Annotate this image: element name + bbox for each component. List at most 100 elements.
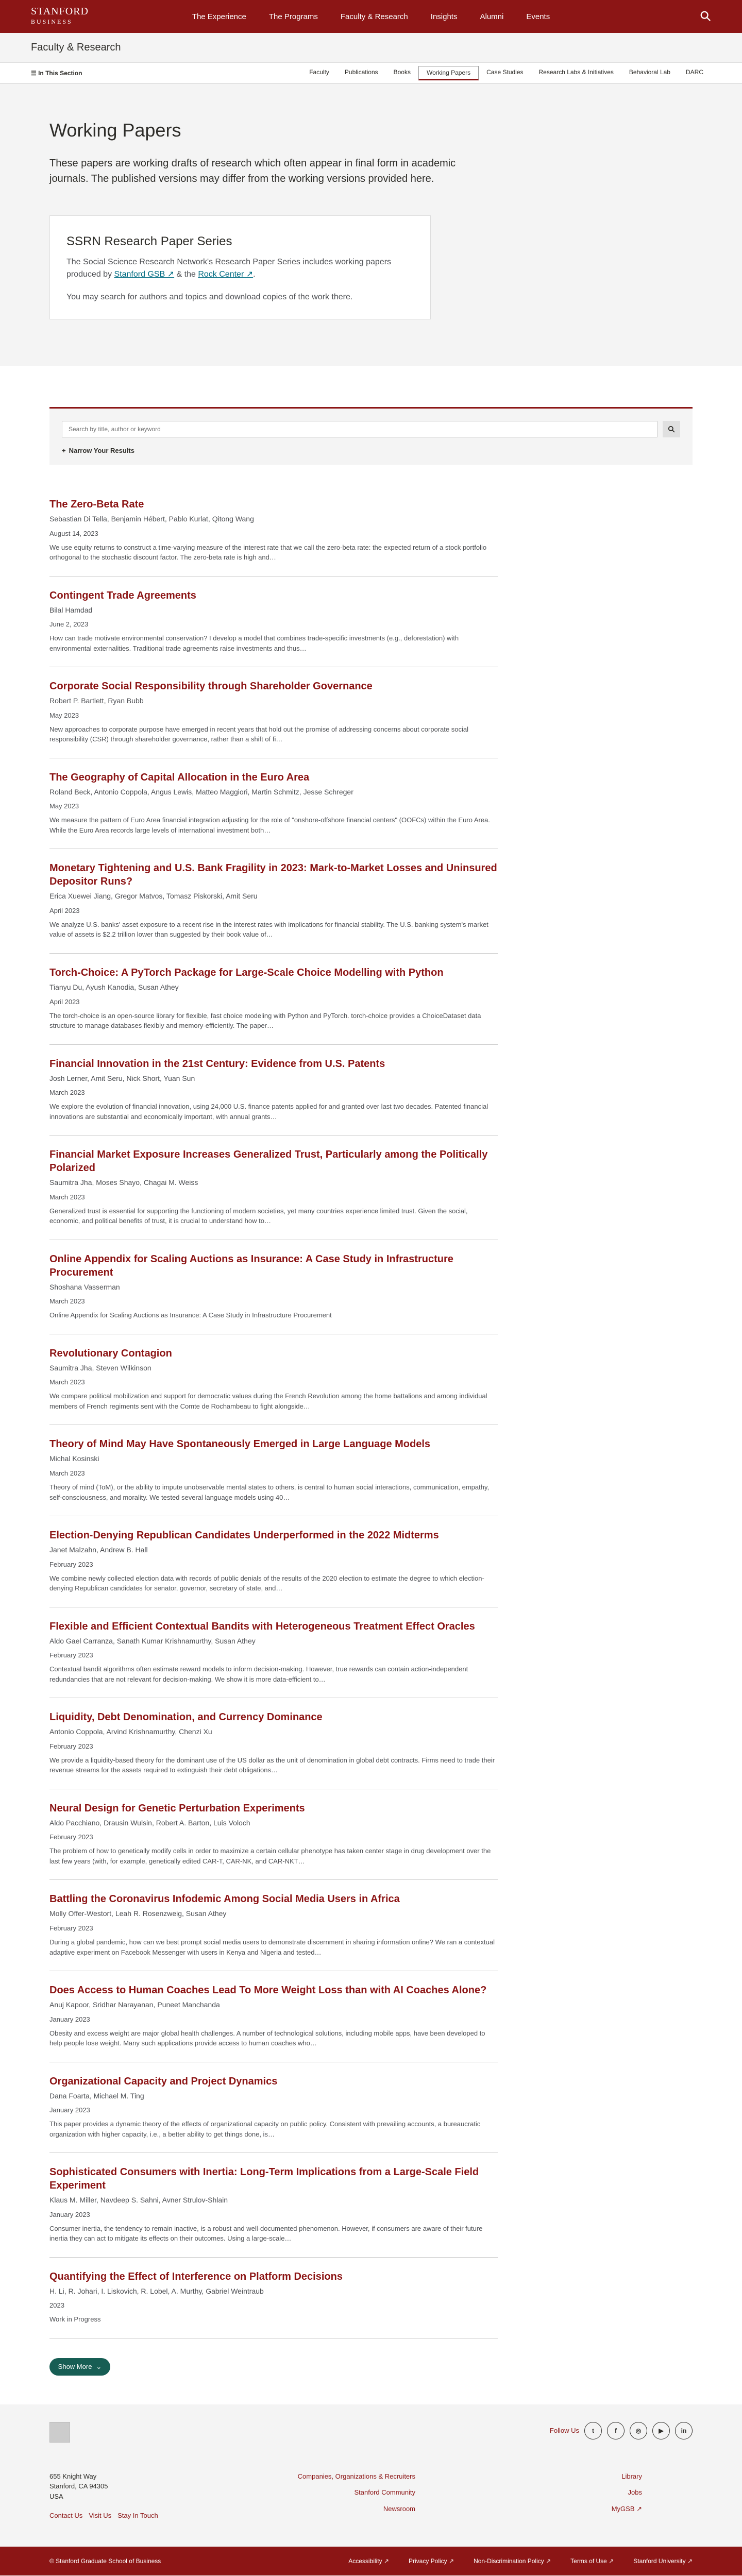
contact-us-link[interactable]: Contact Us: [49, 2511, 82, 2521]
paper-abstract: Consumer inertia, the tendency to remain…: [49, 2224, 483, 2243]
paper-title-link[interactable]: Torch-Choice: A PyTorch Package for Larg…: [49, 966, 498, 979]
paper-date: May 2023: [49, 802, 79, 810]
paper-title-link[interactable]: Does Access to Human Coaches Lead To Mor…: [49, 1984, 498, 1997]
subnav-working-papers[interactable]: Working Papers: [418, 65, 479, 80]
paper-authors: Shoshana Vasserman: [49, 1282, 120, 1291]
paper-item: Election-Denying Republican Candidates U…: [49, 1516, 498, 1607]
paper-title-link[interactable]: Neural Design for Genetic Perturbation E…: [49, 1802, 498, 1815]
footer-logo[interactable]: [49, 2421, 70, 2443]
terms-of-use-link[interactable]: Terms of Use ↗: [570, 2557, 614, 2565]
paper-title-link[interactable]: Flexible and Efficient Contextual Bandit…: [49, 1620, 498, 1633]
paper-title-link[interactable]: Contingent Trade Agreements: [49, 589, 498, 602]
paper-authors: Josh Lerner, Amit Seru, Nick Short, Yuan…: [49, 1074, 195, 1082]
paper-authors: Saumitra Jha, Steven Wilkinson: [49, 1363, 151, 1372]
nav-programs[interactable]: The Programs: [269, 12, 318, 21]
twitter-icon[interactable]: t: [584, 2421, 602, 2439]
nav-faculty-research[interactable]: Faculty & Research: [341, 12, 408, 21]
section-header: Faculty & Research: [0, 33, 742, 63]
paper-authors: Aldo Gael Carranza, Sanath Kumar Krishna…: [49, 1636, 256, 1645]
page-title: Working Papers: [49, 120, 181, 141]
paper-title-link[interactable]: Liquidity, Debt Denomination, and Curren…: [49, 1710, 498, 1724]
non-discrimination-link[interactable]: Non-Discrimination Policy ↗: [474, 2557, 551, 2565]
accessibility-link[interactable]: Accessibility ↗: [348, 2557, 389, 2565]
visit-us-link[interactable]: Visit Us: [89, 2511, 111, 2521]
paper-item: Monetary Tightening and U.S. Bank Fragil…: [49, 849, 498, 954]
footer-link-companies[interactable]: Companies, Organizations & Recruiters: [220, 2471, 415, 2482]
paper-abstract: We analyze U.S. banks' asset exposure to…: [49, 920, 488, 939]
nav-alumni[interactable]: Alumni: [480, 12, 503, 21]
paper-title-link[interactable]: Revolutionary Contagion: [49, 1347, 498, 1360]
paper-title-link[interactable]: Financial Innovation in the 21st Century…: [49, 1057, 498, 1071]
subnav-publications[interactable]: Publications: [337, 66, 386, 78]
paper-abstract: Obesity and excess weight are major glob…: [49, 2029, 485, 2047]
paper-abstract: New approaches to corporate purpose have…: [49, 725, 468, 743]
paper-authors: Aldo Pacchiano, Drausin Wulsin, Robert A…: [49, 1818, 250, 1827]
paper-item: Contingent Trade Agreements Bilal Hamdad J…: [49, 577, 498, 668]
subnav-behavioral-lab[interactable]: Behavioral Lab: [621, 66, 678, 78]
nav-insights[interactable]: Insights: [431, 12, 458, 21]
subnav-research-labs[interactable]: Research Labs & Initiatives: [531, 66, 621, 78]
search-icon[interactable]: [700, 10, 711, 22]
narrow-results-toggle[interactable]: + Narrow Your Results: [62, 447, 680, 454]
search-icon: [668, 426, 675, 433]
paper-title-link[interactable]: Monetary Tightening and U.S. Bank Fragil…: [49, 861, 498, 888]
paper-date: March 2023: [49, 1378, 85, 1386]
paper-title-link[interactable]: Quantifying the Effect of Interference o…: [49, 2270, 498, 2283]
subnav-books[interactable]: Books: [386, 66, 418, 78]
paper-date: January 2023: [49, 2106, 90, 2114]
show-more-button[interactable]: Show More ⌄: [49, 2358, 110, 2376]
address-line: 655 Knight Way: [49, 2472, 97, 2480]
paper-title-link[interactable]: Election-Denying Republican Candidates U…: [49, 1529, 498, 1542]
subnav-case-studies[interactable]: Case Studies: [479, 66, 531, 78]
paper-title-link[interactable]: Organizational Capacity and Project Dyna…: [49, 2075, 498, 2088]
paper-authors: Molly Offer-Westort, Leah R. Rosenzweig,…: [49, 1909, 227, 1918]
paper-title-link[interactable]: The Geography of Capital Allocation in t…: [49, 771, 498, 784]
paper-title-link[interactable]: Online Appendix for Scaling Auctions as …: [49, 1252, 498, 1279]
in-this-section-toggle[interactable]: ☰ In This Section: [31, 70, 82, 77]
rock-center-link[interactable]: Rock Center ↗: [198, 270, 253, 279]
chevron-down-icon: ⌄: [96, 2362, 102, 2370]
paper-title-link[interactable]: Theory of Mind May Have Spontaneously Em…: [49, 1437, 498, 1451]
paper-item: Revolutionary Contagion Saumitra Jha, Ste…: [49, 1334, 498, 1426]
paper-item: Financial Innovation in the 21st Century…: [49, 1045, 498, 1136]
address-line: Stanford, CA 94305: [49, 2482, 108, 2490]
privacy-policy-link[interactable]: Privacy Policy ↗: [409, 2557, 454, 2565]
footer-link-newsroom[interactable]: Newsroom: [220, 2504, 415, 2514]
paper-item: Corporate Social Responsibility through …: [49, 667, 498, 758]
facebook-icon[interactable]: f: [607, 2421, 625, 2439]
footer-link-community[interactable]: Stanford Community: [220, 2487, 416, 2498]
paper-title-link[interactable]: Sophisticated Consumers with Inertia: Lo…: [49, 2165, 498, 2192]
intro-text: These papers are working drafts of resea…: [49, 158, 456, 184]
stay-in-touch-link[interactable]: Stay In Touch: [117, 2511, 158, 2521]
stanford-university-link[interactable]: Stanford University ↗: [633, 2557, 693, 2565]
paper-title-link[interactable]: Financial Market Exposure Increases Gene…: [49, 1148, 498, 1175]
subnav-darc[interactable]: DARC: [678, 66, 711, 78]
paper-abstract: Work in Progress: [49, 2315, 101, 2324]
search-input[interactable]: [62, 421, 657, 437]
section-title[interactable]: Faculty & Research: [31, 42, 121, 54]
stanford-business-logo[interactable]: STANFORD BUSINESS: [31, 6, 89, 27]
paper-abstract: We measure the pattern of Euro Area fina…: [49, 816, 490, 834]
paper-item: Neural Design for Genetic Perturbation E…: [49, 1789, 498, 1880]
paper-title-link[interactable]: Battling the Coronavirus Infodemic Among…: [49, 1892, 498, 1906]
footer-link-jobs[interactable]: Jobs: [415, 2487, 642, 2498]
footer-link-mygsb[interactable]: MyGSB ↗: [415, 2504, 642, 2514]
paper-authors: Erica Xuewei Jiang, Gregor Matvos, Tomas…: [49, 892, 258, 901]
instagram-icon[interactable]: ◎: [630, 2421, 647, 2439]
paper-abstract: Theory of mind (ToM), or the ability to …: [49, 1483, 490, 1501]
linkedin-icon[interactable]: in: [675, 2421, 693, 2439]
paper-date: April 2023: [49, 997, 80, 1006]
logo-sub-text: BUSINESS: [31, 18, 73, 25]
nav-experience[interactable]: The Experience: [192, 12, 246, 21]
nav-events[interactable]: Events: [526, 12, 550, 21]
paper-title-link[interactable]: The Zero-Beta Rate: [49, 498, 498, 511]
paper-authors: Tianyu Du, Ayush Kanodia, Susan Athey: [49, 982, 179, 991]
paper-title-link[interactable]: Corporate Social Responsibility through …: [49, 680, 498, 693]
youtube-icon[interactable]: ▶: [652, 2421, 670, 2439]
stanford-gsb-link[interactable]: Stanford GSB ↗: [114, 270, 175, 279]
search-button[interactable]: [663, 421, 680, 437]
footer-link-library[interactable]: Library: [415, 2471, 642, 2482]
subnav-faculty[interactable]: Faculty: [301, 66, 337, 78]
paper-item: The Geography of Capital Allocation in t…: [49, 758, 498, 850]
ssrn-callout: SSRN Research Paper Series The Social Sc…: [49, 215, 431, 319]
